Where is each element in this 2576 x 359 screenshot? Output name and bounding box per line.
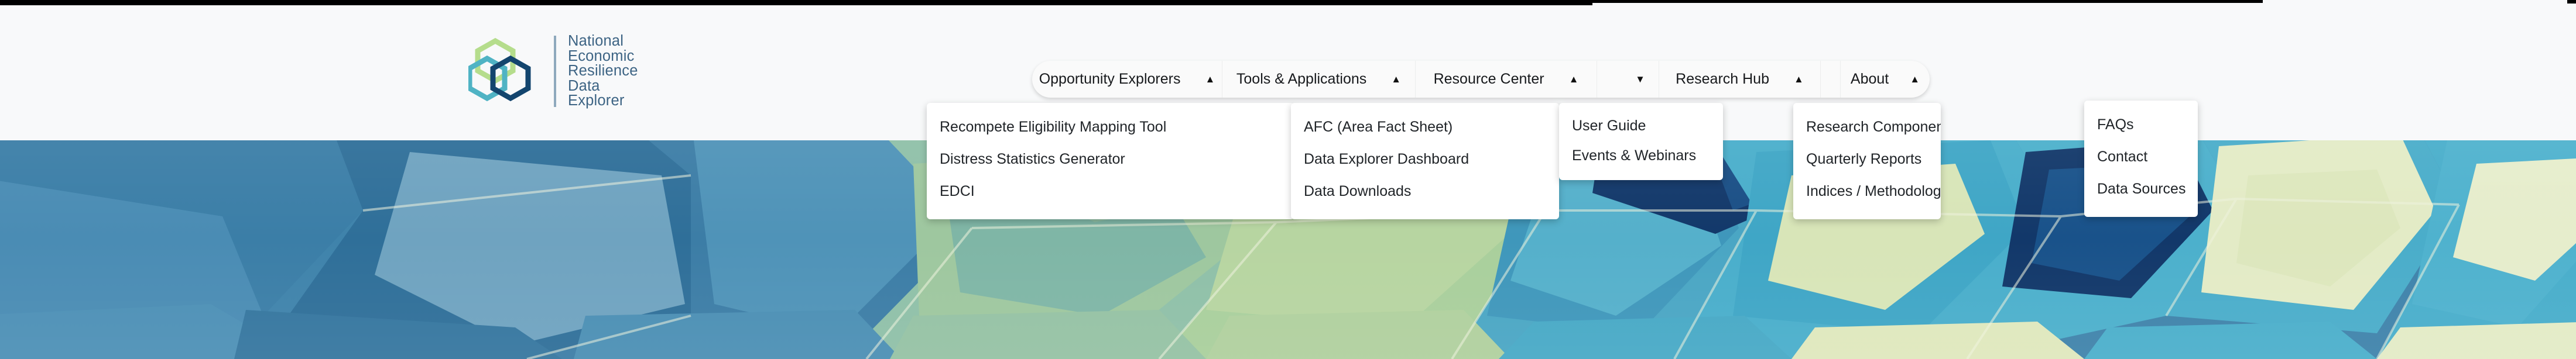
dropdown-item[interactable]: User Guide — [1559, 111, 1723, 141]
browser-chrome-strip — [0, 0, 2576, 6]
nav-label-opportunity-explorers: Opportunity Explorers — [1039, 71, 1181, 87]
nav-item-unlabeled[interactable]: ▼ — [1597, 61, 1659, 98]
nav-item-resource-center[interactable]: Resource Center ▲ — [1416, 61, 1597, 98]
caret-down-icon-unlabeled[interactable]: ▼ — [1635, 74, 1645, 84]
caret-up-icon-research-hub[interactable]: ▲ — [1794, 74, 1804, 84]
dropdown-research-hub: Research Components Quarterly Reports In… — [1793, 103, 1941, 219]
dropdown-item[interactable]: AFC (Area Fact Sheet) — [1291, 111, 1559, 143]
caret-up-icon-opportunity-explorers[interactable]: ▲ — [1205, 74, 1215, 84]
interlocking-hexagons-logo-icon — [468, 37, 537, 105]
dropdown-opportunity-explorers: Recompete Eligibility Mapping Tool Distr… — [927, 103, 1294, 219]
dropdown-item[interactable]: Indices / Methodologies — [1793, 175, 1941, 208]
nav-item-research-hub[interactable]: Research Hub ▲ — [1659, 61, 1821, 98]
chrome-bar-left — [0, 0, 1592, 5]
chrome-bar-middle — [1592, 0, 2263, 3]
site-logo[interactable]: National Economic Resilience Data Explor… — [468, 34, 638, 109]
dropdown-item[interactable]: Quarterly Reports — [1793, 143, 1941, 175]
nav-label-research-hub: Research Hub — [1676, 71, 1769, 87]
dropdown-item[interactable]: Distress Statistics Generator — [927, 143, 1294, 175]
dropdown-item[interactable]: Data Sources — [2084, 173, 2198, 205]
dropdown-item[interactable]: Events & Webinars — [1559, 141, 1723, 171]
dropdown-about: FAQs Contact Data Sources — [2084, 101, 2198, 217]
chrome-bar-right — [2567, 0, 2576, 4]
dropdown-item[interactable]: EDCI — [927, 175, 1294, 208]
nav-label-about: About — [1850, 71, 1889, 87]
dropdown-item[interactable]: FAQs — [2084, 109, 2198, 141]
main-navigation: Opportunity Explorers ▲ Tools & Applicat… — [1032, 61, 1930, 98]
nav-item-opportunity-explorers[interactable]: Opportunity Explorers ▲ — [1032, 61, 1222, 98]
logo-line-5: Explorer — [568, 92, 625, 109]
logo-divider — [554, 36, 556, 107]
nav-label-tools-applications: Tools & Applications — [1236, 71, 1367, 87]
logo-line-4: Data — [568, 77, 600, 94]
nav-item-tools-applications[interactable]: Tools & Applications ▲ — [1222, 61, 1416, 98]
logo-wordmark: National Economic Resilience Data Explor… — [568, 34, 638, 109]
caret-up-icon-tools-applications[interactable]: ▲ — [1391, 74, 1401, 84]
nav-label-resource-center: Resource Center — [1433, 71, 1544, 87]
caret-up-icon-resource-center[interactable]: ▲ — [1569, 74, 1579, 84]
dropdown-item[interactable]: Contact — [2084, 141, 2198, 173]
dropdown-item[interactable]: Data Downloads — [1291, 175, 1559, 208]
dropdown-item[interactable]: Recompete Eligibility Mapping Tool — [927, 111, 1294, 143]
dropdown-tools-applications: AFC (Area Fact Sheet) Data Explorer Dash… — [1291, 103, 1559, 219]
nav-spacer — [1821, 61, 1841, 98]
dropdown-resource-center: User Guide Events & Webinars — [1559, 103, 1723, 180]
logo-line-3: Resilience — [568, 63, 638, 80]
dropdown-item[interactable]: Data Explorer Dashboard — [1291, 143, 1559, 175]
logo-line-1: National — [568, 33, 624, 50]
logo-line-2: Economic — [568, 47, 635, 64]
dropdown-item[interactable]: Research Components — [1793, 111, 1941, 143]
nav-item-about[interactable]: About ▲ — [1841, 61, 1930, 98]
caret-up-icon-about[interactable]: ▲ — [1910, 74, 1920, 84]
